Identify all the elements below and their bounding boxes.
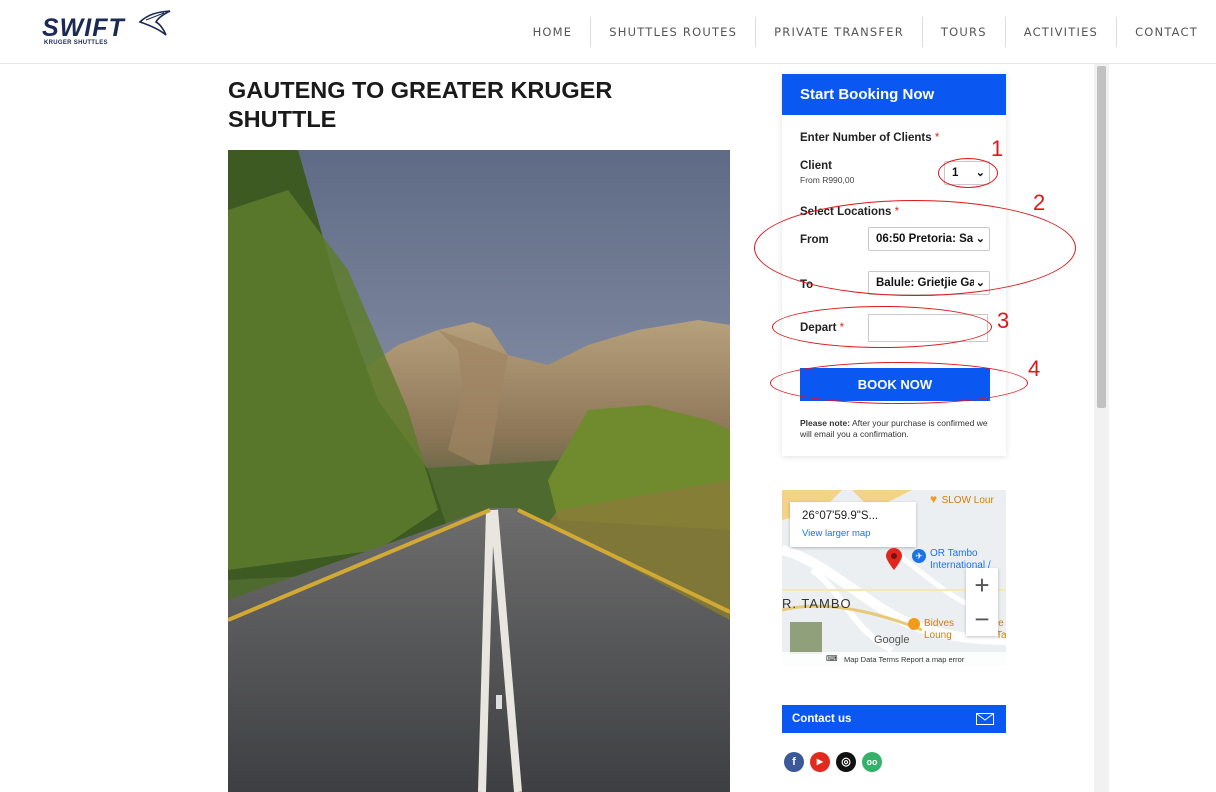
map-info-card: 26°07'59.9"S... View larger map: [790, 502, 916, 547]
poi-slow-lounge-label: SLOW Lour: [941, 495, 994, 506]
nav-shuttles-routes[interactable]: SHUTTLES ROUTES: [590, 17, 755, 47]
map-coordinates: 26°07'59.9"S...: [802, 510, 879, 522]
poi-slow-lounge: ♥ SLOW Lour: [930, 490, 994, 508]
clients-label-text: Enter Number of Clients: [800, 132, 932, 144]
poi-bidvest-label-2: Loung: [924, 630, 952, 641]
location-pin-icon[interactable]: [886, 548, 902, 570]
lounge-marker-icon: [908, 618, 920, 630]
annotation-number-1: 1: [991, 136, 1004, 161]
annotation-number-3: 3: [997, 308, 1010, 333]
road-mountain-illustration: [228, 150, 730, 792]
mail-icon: [976, 713, 994, 725]
hero-road-image: [228, 150, 730, 792]
poi-airport-label: OR Tambo: [930, 548, 978, 559]
nav-tours[interactable]: TOURS: [921, 17, 1005, 47]
zoom-out-button[interactable]: −: [966, 602, 998, 636]
annotation-ellipse-2: [754, 200, 1076, 296]
tripadvisor-icon[interactable]: oo: [862, 752, 882, 772]
nav-activities[interactable]: ACTIVITIES: [1004, 17, 1116, 47]
nav-home[interactable]: HOME: [515, 17, 591, 47]
google-map-embed[interactable]: 26°07'59.9"S... View larger map ♥ SLOW L…: [782, 490, 1006, 666]
annotation-ellipse-1: [938, 158, 998, 188]
clients-label: Enter Number of Clients *: [800, 132, 939, 144]
annotation-ellipse-3: [772, 306, 992, 348]
poi-bidvest-label: Bidves: [924, 618, 955, 629]
zoom-in-button[interactable]: +: [966, 568, 998, 602]
youtube-icon[interactable]: ▶: [810, 752, 830, 772]
booking-heading: Start Booking Now: [782, 74, 1006, 115]
map-zoom-controls: + −: [966, 568, 998, 636]
scrollbar-thumb[interactable]: [1097, 66, 1106, 408]
airport-icon: ✈: [912, 549, 926, 563]
booking-note: Please note: After your purchase is conf…: [800, 418, 996, 440]
client-label: Client: [800, 160, 832, 172]
swallow-icon: [138, 10, 171, 36]
poi-airport: ✈: [912, 546, 926, 564]
instagram-icon[interactable]: ◎: [836, 752, 856, 772]
view-larger-map-link[interactable]: View larger map: [802, 528, 870, 539]
lounge-pin-icon: ♥: [930, 492, 938, 506]
client-price: From R990,00: [800, 175, 855, 185]
page-title-line-2: SHUTTLE: [228, 106, 337, 132]
map-footer-links[interactable]: Map Data Terms Report a map error: [844, 655, 964, 664]
poi-road-label: R. TAMBO: [782, 596, 852, 611]
site-header: SWIFT KRUGER SHUTTLES HOME SHUTTLES ROUT…: [0, 0, 1216, 64]
main-nav: HOME SHUTTLES ROUTES PRIVATE TRANSFER TO…: [515, 17, 1216, 47]
booking-note-label: Please note:: [800, 418, 851, 428]
red-pin-shape: [886, 548, 902, 570]
google-logo: Google: [874, 634, 910, 646]
page-title: GAUTENG TO GREATER KRUGER SHUTTLE: [228, 76, 728, 134]
social-links: f ▶ ◎ oo: [784, 752, 882, 772]
facebook-icon[interactable]: f: [784, 752, 804, 772]
logo-wordmark: SWIFT: [42, 14, 125, 42]
annotation-number-4: 4: [1028, 356, 1041, 381]
required-mark: *: [934, 132, 940, 144]
contact-us-bar[interactable]: Contact us: [782, 705, 1006, 733]
logo-subtext: KRUGER SHUTTLES: [44, 40, 108, 46]
page-title-line-1: GAUTENG TO GREATER KRUGER: [228, 77, 613, 103]
annotation-ellipse-4: [770, 362, 1028, 404]
swift-logo[interactable]: SWIFT KRUGER SHUTTLES: [42, 10, 172, 48]
keyboard-icon[interactable]: ⌨: [826, 654, 838, 663]
nav-contact[interactable]: CONTACT: [1116, 17, 1216, 47]
contact-us-label: Contact us: [792, 713, 852, 725]
annotation-number-2: 2: [1033, 190, 1046, 215]
nav-private-transfer[interactable]: PRIVATE TRANSFER: [755, 17, 922, 47]
